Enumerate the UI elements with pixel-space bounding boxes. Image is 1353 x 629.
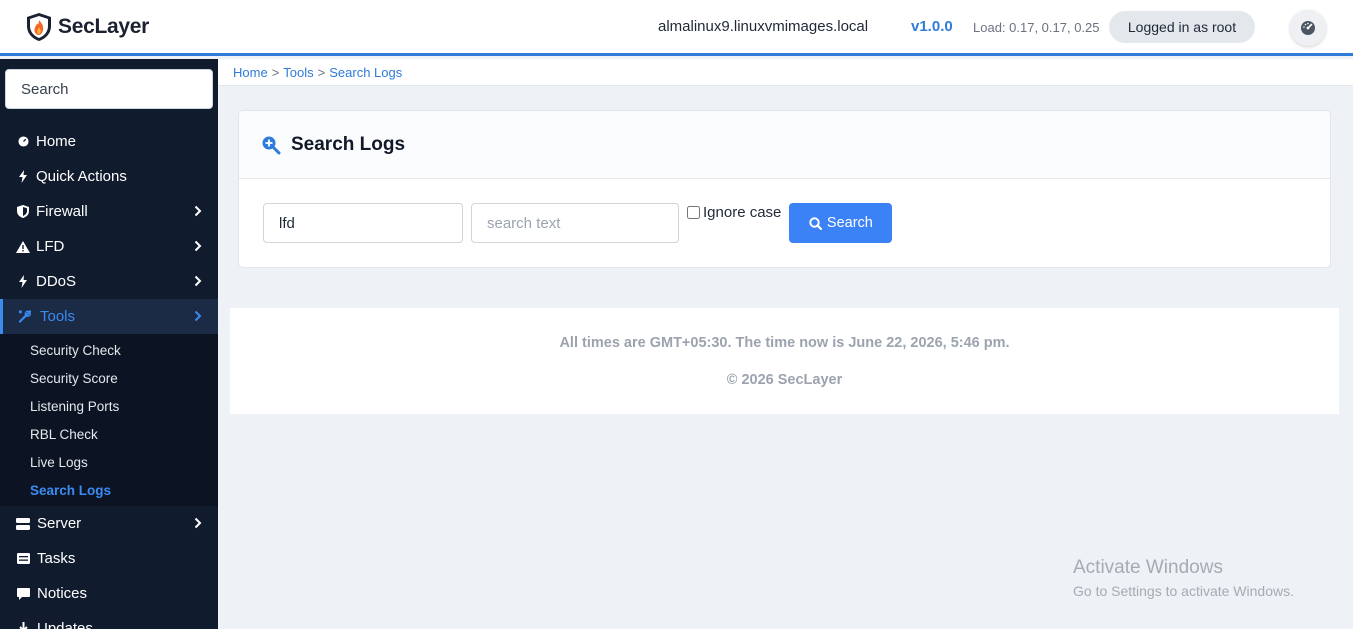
comment-icon xyxy=(16,587,30,601)
sidebar-item-label: LFD xyxy=(36,238,65,255)
search-button[interactable]: Search xyxy=(789,203,893,243)
ignore-case-checkbox[interactable] xyxy=(687,206,700,219)
chevron-right-icon xyxy=(194,275,202,287)
submenu-item-live-logs[interactable]: Live Logs xyxy=(0,448,218,476)
chevron-right-icon xyxy=(194,240,202,252)
breadcrumb-separator: > xyxy=(271,64,280,80)
sidebar-item-tools[interactable]: Tools xyxy=(0,299,218,334)
sidebar-item-firewall[interactable]: Firewall xyxy=(0,194,218,229)
search-form: lfd search text Ignore case Search xyxy=(263,203,893,243)
sidebar-search-input[interactable]: Search xyxy=(5,69,213,109)
sidebar-item-label: Firewall xyxy=(36,203,88,220)
tools-icon xyxy=(18,310,32,324)
log-file-input[interactable]: lfd xyxy=(263,203,463,243)
app-logo[interactable]: SecLayer xyxy=(25,12,149,42)
page-footer: All times are GMT+05:30. The time now is… xyxy=(230,308,1339,414)
dashboard-icon xyxy=(16,135,30,149)
bolt-icon xyxy=(16,170,30,184)
watermark-title: Activate Windows xyxy=(1073,557,1223,578)
sidebar-item-server[interactable]: Server xyxy=(0,506,218,541)
app-name: SecLayer xyxy=(58,15,150,38)
submenu-item-security-score[interactable]: Security Score xyxy=(0,364,218,392)
hostname: almalinux9.linuxvmimages.local xyxy=(658,18,869,35)
footer-copyright: © 2026 SecLayer xyxy=(726,372,843,388)
sidebar-nav: Home Quick Actions Firewall LFD DDoS Too… xyxy=(0,124,218,629)
chevron-right-icon xyxy=(194,205,202,217)
sidebar-item-label: Updates xyxy=(37,620,93,629)
submenu-item-search-logs[interactable]: Search Logs xyxy=(0,476,218,504)
footer-time: All times are GMT+05:30. The time now is… xyxy=(559,335,1010,351)
shield-icon xyxy=(16,205,30,219)
card-title: Search Logs xyxy=(291,133,406,155)
chevron-right-icon xyxy=(194,517,202,529)
card-header: Search Logs xyxy=(239,111,1330,179)
sidebar-item-label: DDoS xyxy=(36,273,77,290)
search-plus-icon xyxy=(262,136,281,154)
warning-icon xyxy=(16,240,30,254)
watermark-subtitle: Go to Settings to activate Windows. xyxy=(1073,583,1294,599)
tools-submenu: Security Check Security Score Listening … xyxy=(0,334,218,506)
sidebar-item-lfd[interactable]: LFD xyxy=(0,229,218,264)
search-button-label: Search xyxy=(826,215,873,231)
sidebar-item-label: Notices xyxy=(37,585,88,602)
submenu-item-security-check[interactable]: Security Check xyxy=(0,336,218,364)
gauge-icon xyxy=(1301,21,1315,35)
sidebar-item-ddos[interactable]: DDoS xyxy=(0,264,218,299)
logged-in-badge[interactable]: Logged in as root xyxy=(1109,11,1255,43)
breadcrumb-home[interactable]: Home xyxy=(233,65,268,80)
breadcrumb: Home > Tools > Search Logs xyxy=(218,59,1353,86)
sidebar-item-updates[interactable]: Updates xyxy=(0,611,218,629)
search-text-input[interactable]: search text xyxy=(471,203,679,243)
ignore-case-label: Ignore case xyxy=(703,204,782,221)
sidebar-item-home[interactable]: Home xyxy=(0,124,218,159)
sidebar: Search Home Quick Actions Firewall LFD D… xyxy=(0,59,218,629)
submenu-item-rbl-check[interactable]: RBL Check xyxy=(0,420,218,448)
ignore-case-option[interactable]: Ignore case xyxy=(687,204,781,221)
sidebar-item-tasks[interactable]: Tasks xyxy=(0,541,218,576)
sidebar-item-notices[interactable]: Notices xyxy=(0,576,218,611)
breadcrumb-current[interactable]: Search Logs xyxy=(329,65,402,80)
breadcrumb-tools[interactable]: Tools xyxy=(283,65,313,80)
gauge-button[interactable] xyxy=(1290,10,1326,46)
submenu-item-listening-ports[interactable]: Listening Ports xyxy=(0,392,218,420)
sidebar-item-label: Tools xyxy=(40,308,76,325)
sidebar-item-label: Quick Actions xyxy=(36,168,127,185)
list-icon xyxy=(16,552,30,566)
sidebar-item-label: Server xyxy=(37,515,82,532)
sidebar-item-quick-actions[interactable]: Quick Actions xyxy=(0,159,218,194)
version-label: v1.0.0 xyxy=(911,18,953,35)
load-average: Load: 0.17, 0.17, 0.25 xyxy=(973,20,1100,35)
search-icon xyxy=(809,216,822,230)
shield-logo-icon xyxy=(27,13,51,41)
download-icon xyxy=(16,622,30,629)
bolt-icon xyxy=(16,275,30,289)
top-header: SecLayer almalinux9.linuxvmimages.local … xyxy=(0,0,1353,56)
activate-windows-watermark: Activate Windows Go to Settings to activ… xyxy=(1073,557,1294,599)
breadcrumb-separator: > xyxy=(317,64,326,80)
sidebar-item-label: Home xyxy=(36,133,77,150)
sidebar-item-label: Tasks xyxy=(37,550,76,567)
server-icon xyxy=(16,517,30,531)
chevron-right-icon xyxy=(194,310,202,322)
search-logs-card: Search Logs lfd search text Ignore case … xyxy=(238,110,1331,268)
